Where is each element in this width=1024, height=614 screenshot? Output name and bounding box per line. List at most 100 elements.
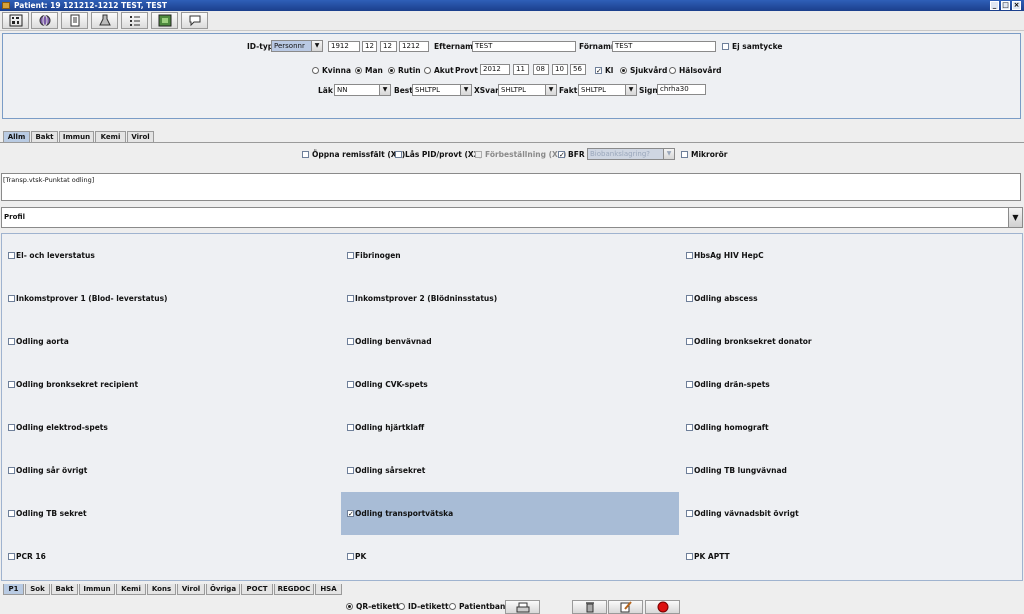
stop-button[interactable] [645, 600, 680, 614]
test-item[interactable]: Inkomstprover 1 (Blod- leverstatus) [2, 277, 340, 320]
test-item[interactable]: Odling benvävnad [341, 320, 679, 363]
las-pid-checkbox[interactable] [395, 151, 402, 158]
tab-kemi[interactable]: Kemi [95, 131, 126, 142]
profil-select[interactable]: Profil ▼ [1, 207, 1023, 228]
test-checkbox[interactable] [686, 381, 693, 388]
image-button[interactable] [151, 12, 178, 29]
test-checkbox[interactable] [347, 424, 354, 431]
test-item[interactable]: ✓ Odling transportvätska [341, 492, 679, 535]
test-item[interactable]: Odling aorta [2, 320, 340, 363]
flask-button[interactable] [91, 12, 118, 29]
tab-ovriga[interactable]: Övriga [206, 584, 240, 595]
tab-virol[interactable]: Virol [127, 131, 154, 142]
man-radio[interactable] [355, 67, 362, 74]
test-item[interactable]: Odling homograft [680, 406, 1018, 449]
ej-samtycke-checkbox[interactable] [722, 43, 729, 50]
test-item[interactable]: Inkomstprover 2 (Blödninsstatus) [341, 277, 679, 320]
tab-immun-bottom[interactable]: Immun [79, 584, 115, 595]
barcode-button[interactable] [2, 12, 29, 29]
test-checkbox[interactable] [686, 510, 693, 517]
test-item[interactable]: Odling hjärtklaff [341, 406, 679, 449]
pnr-year-field[interactable]: 1912 [328, 41, 360, 52]
fornamn-field[interactable]: TEST [612, 41, 716, 52]
test-item[interactable]: Odling bronksekret donator [680, 320, 1018, 363]
rutin-radio[interactable] [388, 67, 395, 74]
tab-virol-bottom[interactable]: Virol [177, 584, 205, 595]
test-item[interactable]: PK APTT [680, 535, 1018, 578]
test-checkbox[interactable] [686, 467, 693, 474]
test-item[interactable]: PK [341, 535, 679, 578]
remiss-textarea[interactable]: [Transp.vtsk-Punktat odling] [1, 173, 1021, 201]
tab-bakt[interactable]: Bakt [31, 131, 58, 142]
test-item[interactable]: Odling sår övrigt [2, 449, 340, 492]
test-checkbox[interactable] [8, 510, 15, 517]
tab-bakt-bottom[interactable]: Bakt [51, 584, 78, 595]
sign-field[interactable]: chrha30 [657, 84, 706, 95]
pnr-number-field[interactable]: 1212 [399, 41, 429, 52]
minimize-button[interactable]: _ [990, 1, 999, 10]
test-checkbox[interactable] [8, 467, 15, 474]
test-checkbox[interactable] [686, 553, 693, 560]
pnr-month-field[interactable]: 12 [362, 41, 377, 52]
list-button[interactable] [121, 12, 148, 29]
oppna-remissfalt-checkbox[interactable] [302, 151, 309, 158]
tab-kons[interactable]: Kons [147, 584, 176, 595]
provt-month-field[interactable]: 11 [513, 64, 529, 75]
test-item[interactable]: Odling TB lungvävnad [680, 449, 1018, 492]
test-item[interactable]: Odling bronksekret recipient [2, 363, 340, 406]
test-checkbox[interactable] [686, 295, 693, 302]
tab-sok[interactable]: Sok [25, 584, 50, 595]
qr-etikett-radio[interactable] [346, 603, 353, 610]
test-checkbox[interactable] [8, 381, 15, 388]
provt-year-field[interactable]: 2012 [480, 64, 510, 75]
test-checkbox[interactable] [347, 381, 354, 388]
forbestallning-checkbox[interactable] [475, 151, 482, 158]
print-button[interactable] [505, 600, 540, 614]
mikroror-checkbox[interactable] [681, 151, 688, 158]
akut-radio[interactable] [424, 67, 431, 74]
tab-immun[interactable]: Immun [59, 131, 94, 142]
test-checkbox[interactable] [8, 338, 15, 345]
idtyp-select[interactable]: Personnr ▼ [271, 40, 323, 52]
bfr-checkbox[interactable]: ✓ [558, 151, 565, 159]
test-checkbox[interactable] [347, 252, 354, 259]
pnr-day-field[interactable]: 12 [380, 41, 397, 52]
tab-p1[interactable]: P1 [3, 584, 24, 595]
close-button[interactable]: × [1012, 1, 1021, 10]
test-item[interactable]: Odling elektrod-spets [2, 406, 340, 449]
tab-poct[interactable]: POCT [241, 584, 273, 595]
test-item[interactable]: HbsAg HIV HepC [680, 234, 1018, 277]
sjukvard-radio[interactable] [620, 67, 627, 74]
lak-select[interactable]: NN ▼ [334, 84, 391, 96]
kl-checkbox[interactable]: ✓ [595, 67, 602, 75]
test-checkbox[interactable] [347, 467, 354, 474]
test-checkbox[interactable] [347, 295, 354, 302]
tab-kemi-bottom[interactable]: Kemi [116, 584, 146, 595]
test-item[interactable]: Odling vävnadsbit övrigt [680, 492, 1018, 535]
test-checkbox[interactable]: ✓ [347, 510, 354, 518]
test-item[interactable]: Fibrinogen [341, 234, 679, 277]
test-item[interactable]: Odling sårsekret [341, 449, 679, 492]
tab-hsa[interactable]: HSA [315, 584, 342, 595]
kvinna-radio[interactable] [312, 67, 319, 74]
tab-allm[interactable]: Allm [3, 131, 30, 142]
halsovard-radio[interactable] [669, 67, 676, 74]
test-checkbox[interactable] [686, 424, 693, 431]
test-item[interactable]: Odling abscess [680, 277, 1018, 320]
test-checkbox[interactable] [686, 252, 693, 259]
test-checkbox[interactable] [8, 252, 15, 259]
test-checkbox[interactable] [8, 424, 15, 431]
test-item[interactable]: PCR 16 [2, 535, 340, 578]
tab-regdoc[interactable]: REGDOC [274, 584, 314, 595]
id-etikett-radio[interactable] [398, 603, 405, 610]
delete-button[interactable] [572, 600, 607, 614]
test-checkbox[interactable] [686, 338, 693, 345]
message-button[interactable] [181, 12, 208, 29]
test-item[interactable]: Odling CVK-spets [341, 363, 679, 406]
fakt-select[interactable]: SHLTPL ▼ [578, 84, 637, 96]
globe-button[interactable] [31, 12, 58, 29]
best-select[interactable]: SHLTPL ▼ [412, 84, 472, 96]
test-checkbox[interactable] [8, 553, 15, 560]
provt-hour-field[interactable]: 10 [552, 64, 568, 75]
efternamn-field[interactable]: TEST [472, 41, 576, 52]
